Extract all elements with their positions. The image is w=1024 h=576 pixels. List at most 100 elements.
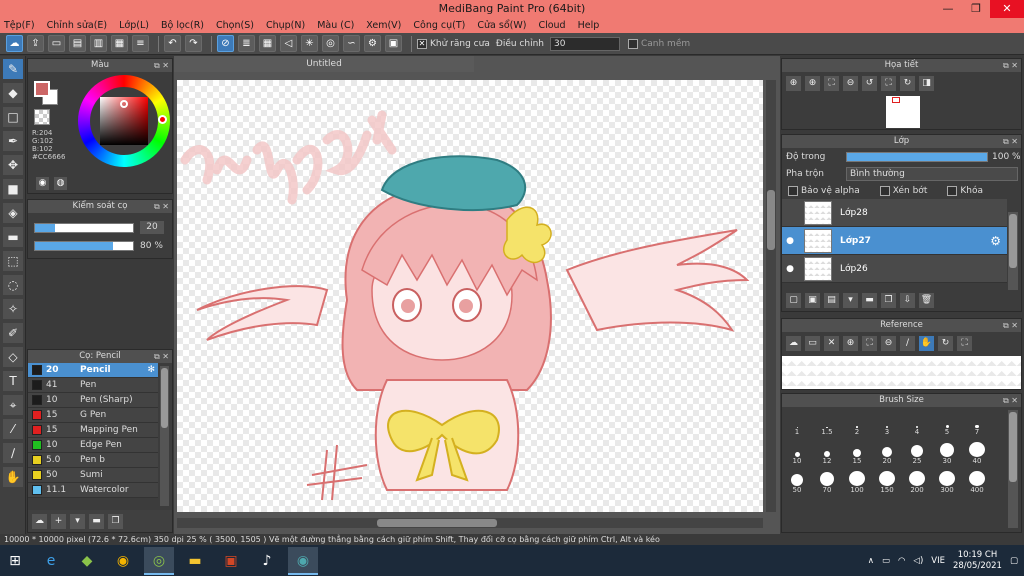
zoom-actual-icon[interactable]: ⊕ [805,75,820,91]
reference-cloud-icon[interactable]: ☁ [786,335,801,351]
rect-tool-icon[interactable]: □ [3,107,23,127]
reference-close-icon[interactable]: ✕ [824,335,839,351]
brush-size-value[interactable]: 20 [140,221,164,234]
panel-popout-icon[interactable]: ⧉ ✕ [1003,59,1018,72]
brush-item[interactable]: 10 Edge Pen [28,438,158,453]
gear-icon[interactable]: ✻ [147,365,155,375]
panel-popout-icon[interactable]: ⧉ ✕ [1003,135,1018,148]
reference-rotate-icon[interactable]: ↻ [938,335,953,351]
brush-size-cell[interactable]: 200 [902,471,932,494]
brush-size-cell[interactable]: 1 [782,413,812,436]
panel-popout-icon[interactable]: ⧉ ✕ [154,200,169,213]
bucket-tool-icon[interactable]: ◈ [3,203,23,223]
fullscreen-icon[interactable]: ⛶ [881,75,896,91]
frame-icon[interactable]: ▣ [385,35,402,52]
reference-fullscreen-icon[interactable]: ⛶ [957,335,972,351]
circle-snap-icon[interactable]: ◎ [322,35,339,52]
clipping-checkbox[interactable] [879,186,890,196]
select-pen-icon[interactable]: ✐ [3,323,23,343]
eyedropper-icon[interactable]: ⁄ [3,419,23,439]
brush-size-cell[interactable]: 1.5 [812,413,842,436]
transparent-swatch[interactable] [34,109,50,125]
cross-snap-icon[interactable]: ▦ [259,35,276,52]
brush-size-scrollbar[interactable] [1008,410,1018,528]
fill-shape-icon[interactable]: ■ [3,179,23,199]
antialias-checkbox[interactable]: ✕ [417,38,427,49]
reference-eyedropper-icon[interactable]: ∕ [900,335,915,351]
brush-size-cell[interactable]: 3 [872,413,902,436]
zoom-out-icon[interactable]: ⊖ [843,75,858,91]
reference-fit-icon[interactable]: ⛶ [862,335,877,351]
flip-icon[interactable]: ◨ [919,75,934,91]
adjust-select[interactable]: 30 [549,36,620,51]
brush-list-scrollbar[interactable] [160,366,169,506]
brush-size-slider[interactable] [34,223,134,233]
grid-icon[interactable]: ▦ [111,35,128,52]
menu-color[interactable]: Màu (C) [317,18,354,33]
vanishing-snap-icon[interactable]: ◁ [280,35,297,52]
brush-size-cell[interactable]: 20 [872,442,902,465]
brush-item[interactable]: 50 Sumi [28,468,158,483]
brush-item[interactable]: 41 Pen [28,378,158,393]
brush-menu-icon[interactable]: ▾ [70,513,85,529]
minimize-button[interactable]: — [934,0,962,18]
palette-icon[interactable]: ◉ [36,177,49,190]
reference-open-icon[interactable]: ▭ [805,335,820,351]
brush-size-cell[interactable]: 4 [902,413,932,436]
snap-off-icon[interactable]: ⊘ [217,35,234,52]
battery-icon[interactable]: ▭ [882,556,890,566]
panel-popout-icon[interactable]: ⧉ ✕ [1003,394,1018,407]
duplicate-layer-icon[interactable]: ❐ [881,292,896,308]
brush-item[interactable]: 20 Pencil ✻ [28,363,158,378]
new-layer-8bit-icon[interactable]: ▣ [805,292,820,308]
layer-opacity-slider[interactable] [846,151,988,162]
brush-cloud-icon[interactable]: ☁ [32,513,47,529]
brush-size-cell[interactable]: 7 [962,413,992,436]
notification-icon[interactable]: ▢ [1010,556,1018,566]
layer-item[interactable]: ● Lớp26 [782,255,1007,283]
brush-size-cell[interactable]: 50 [782,471,812,494]
start-icon[interactable]: ⊞ [0,547,30,575]
fit-icon[interactable]: ⛶ [824,75,839,91]
brush-size-cell[interactable]: 70 [812,471,842,494]
page-icon[interactable]: ▥ [90,35,107,52]
list-icon[interactable]: ≡ [132,35,149,52]
visibility-icon[interactable]: ● [782,264,798,274]
lock-checkbox[interactable] [947,186,958,196]
palette-add-icon[interactable]: ◍ [54,177,67,190]
layer-folder-icon[interactable]: ▬ [862,292,877,308]
layer-item[interactable]: ● Lớp27 ⚙ [782,227,1007,255]
brush-size-cell[interactable]: 5 [932,413,962,436]
brush-opacity-slider[interactable] [34,241,134,251]
brush-size-cell[interactable]: 400 [962,471,992,494]
ie-icon[interactable]: e [36,547,66,575]
panel-popout-icon[interactable]: ⧉ ✕ [1003,319,1018,332]
gradient-tool-icon[interactable]: ▬ [3,227,23,247]
brush-size-cell[interactable]: 300 [932,471,962,494]
select-rect-icon[interactable]: ⬚ [3,251,23,271]
close-button[interactable]: ✕ [990,0,1024,18]
magic-wand-icon[interactable]: ✧ [3,299,23,319]
share-icon[interactable]: ⇪ [27,35,44,52]
menu-tools[interactable]: Công cụ(T) [413,18,465,33]
scrollbar-thumb[interactable] [377,519,497,527]
foreground-swatch[interactable] [34,81,50,97]
brush-size-cell[interactable]: 12 [812,442,842,465]
file-explorer-icon[interactable]: ▬ [180,547,210,575]
folder-icon[interactable]: ▬ [89,513,104,529]
move-tool-icon[interactable]: ✥ [3,155,23,175]
chat-icon[interactable]: ▭ [48,35,65,52]
menu-layer[interactable]: Lớp(L) [119,18,149,33]
menu-filter[interactable]: Bộ lọc(R) [161,18,204,33]
rotate-right-icon[interactable]: ↻ [900,75,915,91]
navigator-preview[interactable] [886,96,920,128]
undo-icon[interactable]: ↶ [164,35,181,52]
chevron-up-icon[interactable]: ∧ [868,556,874,566]
delete-layer-icon[interactable]: 🗑 [919,292,934,308]
hue-wheel[interactable] [78,75,170,167]
menu-snap[interactable]: Chụp(N) [266,18,305,33]
drawing-canvas[interactable] [177,80,763,512]
hand-tool-icon[interactable]: ✋ [3,467,23,487]
powerpoint-icon[interactable]: ▣ [216,547,246,575]
menu-help[interactable]: Help [578,18,600,33]
